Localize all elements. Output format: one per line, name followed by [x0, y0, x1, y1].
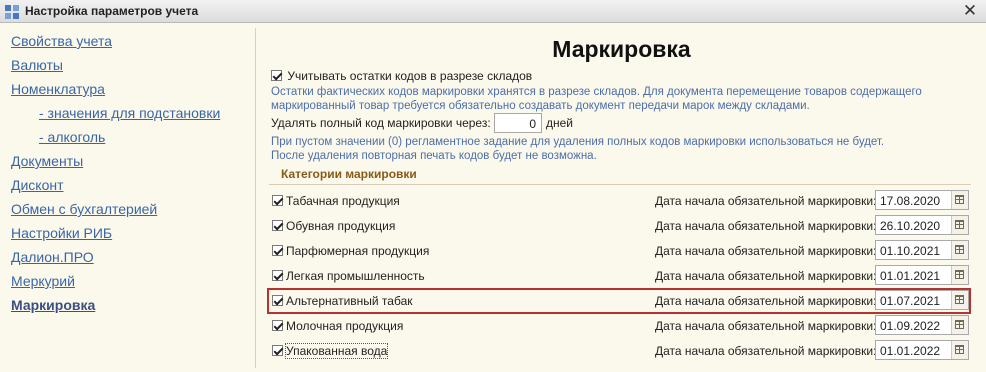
category-checkbox[interactable] [272, 220, 283, 231]
date-label: Дата начала обязательной маркировки: [655, 269, 877, 283]
date-input[interactable]: 26.10.2020 [875, 215, 969, 235]
sidebar-item-nomenclature[interactable]: Номенклатура [11, 81, 105, 97]
date-value: 01.10.2021 [880, 244, 941, 258]
calendar-button[interactable] [951, 191, 968, 209]
date-value: 01.09.2022 [880, 319, 941, 333]
calendar-icon [955, 245, 964, 254]
category-checkbox[interactable] [272, 345, 283, 356]
sidebar-item-accounting-exchange[interactable]: Обмен с бухгалтерией [11, 201, 157, 217]
date-label: Дата начала обязательной маркировки: [655, 319, 877, 333]
title-bar: Настройка параметров учета ✕ [0, 0, 986, 23]
sidebar-item-currencies[interactable]: Валюты [11, 57, 63, 73]
category-row: Табачная продукция Дата начала обязатель… [269, 190, 969, 212]
category-row: Парфюмерная продукция Дата начала обязат… [269, 240, 969, 262]
page-title: Маркировка [552, 36, 691, 62]
calendar-icon [955, 295, 964, 304]
category-row: Молочная продукция Дата начала обязатель… [269, 315, 969, 337]
category-checkbox[interactable] [272, 195, 283, 206]
sidebar-item-substitution-values[interactable]: - значения для подстановки [39, 105, 220, 121]
category-row: Обувная продукция Дата начала обязательн… [269, 215, 969, 237]
sidebar-item-accounting-properties[interactable]: Свойства учета [11, 33, 112, 49]
category-name: Табачная продукция [286, 194, 400, 208]
calendar-icon [955, 195, 964, 204]
delete-unit: дней [546, 116, 574, 130]
date-label: Дата начала обязательной маркировки: [655, 244, 877, 258]
delete-label: Удалять полный код маркировки через: [271, 116, 491, 130]
calendar-button[interactable] [951, 291, 968, 309]
date-input[interactable]: 01.09.2022 [875, 315, 969, 335]
calendar-icon [955, 270, 964, 279]
calendar-button[interactable] [951, 241, 968, 259]
sidebar-item-documents[interactable]: Документы [11, 153, 83, 169]
category-row: Легкая промышленность Дата начала обязат… [269, 265, 969, 287]
date-value: 26.10.2020 [880, 219, 941, 233]
calendar-button[interactable] [951, 266, 968, 284]
sidebar-item-discount[interactable]: Дисконт [11, 177, 64, 193]
main-panel: Маркировка Учитывать остатки кодов в раз… [257, 24, 986, 372]
calendar-button[interactable] [951, 316, 968, 334]
close-icon[interactable]: ✕ [960, 0, 980, 22]
warehouse-hint-1: Остатки фактических кодов маркировки хра… [271, 86, 922, 98]
category-name: Упакованная вода [284, 343, 389, 359]
category-name: Молочная продукция [286, 319, 404, 333]
date-value: 01.01.2022 [880, 344, 941, 358]
sidebar-item-dalion-pro[interactable]: Далион.ПРО [11, 249, 94, 265]
date-input[interactable]: 17.08.2020 [875, 190, 969, 210]
sidebar-item-alcohol[interactable]: - алкоголь [39, 129, 105, 145]
category-name: Обувная продукция [286, 219, 396, 233]
date-value: 17.08.2020 [880, 194, 941, 208]
delete-hint-2: После удаления повторная печать кодов бу… [271, 150, 597, 162]
delete-days-value: 0 [529, 117, 536, 131]
category-checkbox[interactable] [272, 295, 283, 306]
date-label: Дата начала обязательной маркировки: [655, 344, 877, 358]
category-row: Упакованная вода Дата начала обязательно… [269, 340, 969, 362]
warehouse-checkbox-row[interactable]: Учитывать остатки кодов в разрезе складо… [271, 68, 532, 83]
calendar-button[interactable] [951, 341, 968, 359]
category-name: Альтернативный табак [286, 294, 413, 308]
date-value: 01.07.2021 [880, 294, 941, 308]
sidebar-item-marking[interactable]: Маркировка [11, 297, 95, 313]
calendar-icon [955, 345, 964, 354]
date-label: Дата начала обязательной маркировки: [655, 219, 877, 233]
sidebar-divider [255, 28, 256, 368]
category-name: Парфюмерная продукция [286, 244, 430, 258]
category-checkbox[interactable] [272, 320, 283, 331]
date-input[interactable]: 01.01.2021 [875, 265, 969, 285]
date-input[interactable]: 01.07.2021 [875, 290, 969, 310]
sidebar: Свойства учета Валюты Номенклатура - зна… [0, 24, 256, 372]
category-name: Легкая промышленность [286, 269, 425, 283]
delete-days-input[interactable]: 0 [494, 113, 542, 133]
warehouse-checkbox-label: Учитывать остатки кодов в разрезе складо… [287, 68, 533, 83]
category-row-selected: Альтернативный табак Дата начала обязате… [267, 288, 971, 314]
calendar-button[interactable] [951, 216, 968, 234]
category-checkbox[interactable] [272, 245, 283, 256]
date-value: 01.01.2021 [880, 269, 941, 283]
delete-hint-1: При пустом значении (0) регламентное зад… [271, 136, 885, 148]
warehouse-checkbox[interactable] [271, 70, 282, 82]
window-title: Настройка параметров учета [25, 4, 199, 18]
categories-section-title: Категории маркировки [281, 167, 417, 181]
settings-grid-icon [5, 5, 19, 19]
sidebar-item-mercury[interactable]: Меркурий [11, 273, 75, 289]
date-label: Дата начала обязательной маркировки: [655, 294, 877, 308]
calendar-icon [955, 220, 964, 229]
date-label: Дата начала обязательной маркировки: [655, 194, 877, 208]
section-divider [269, 184, 971, 185]
warehouse-hint-2: маркированный товар требуется обязательн… [271, 100, 810, 112]
calendar-icon [955, 320, 964, 329]
sidebar-item-rib-settings[interactable]: Настройки РИБ [11, 225, 112, 241]
date-input[interactable]: 01.10.2021 [875, 240, 969, 260]
date-input[interactable]: 01.01.2022 [875, 340, 969, 360]
category-checkbox[interactable] [272, 270, 283, 281]
